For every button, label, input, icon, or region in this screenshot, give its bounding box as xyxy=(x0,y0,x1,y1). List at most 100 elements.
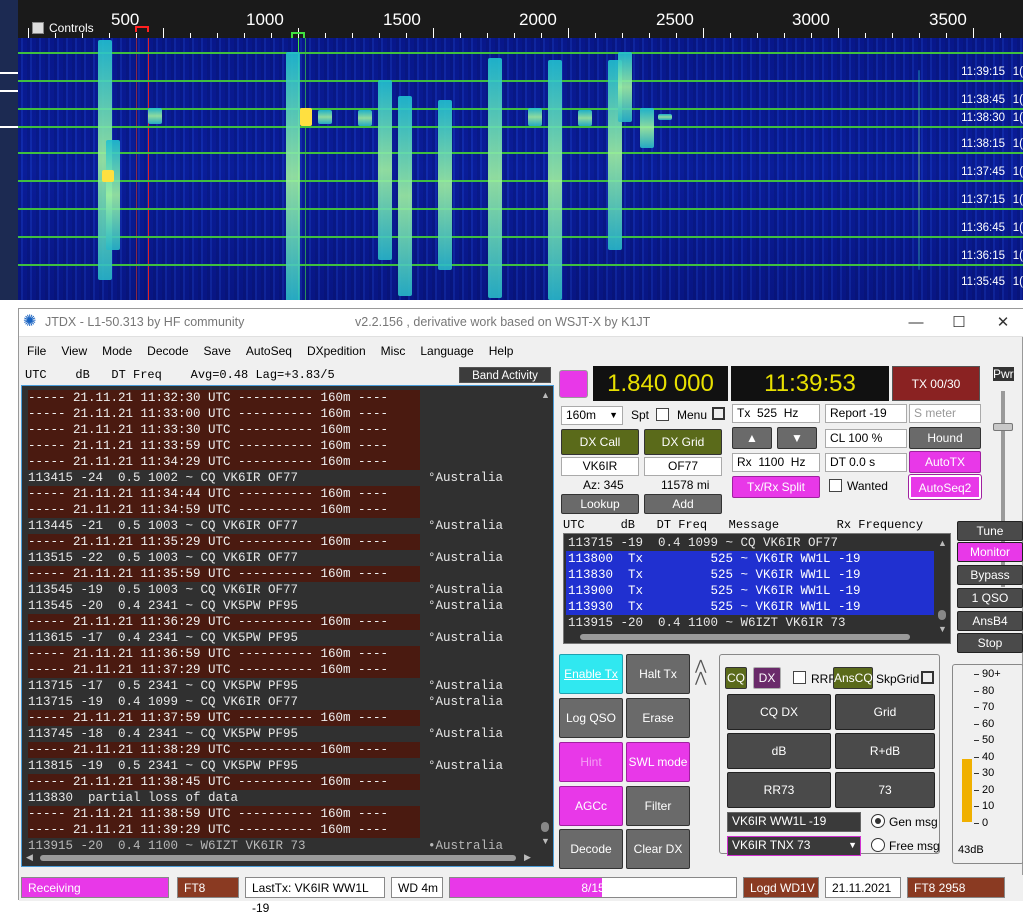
rrr-checkbox[interactable] xyxy=(793,671,806,684)
decode-separator-row[interactable]: ----- 21.11.21 11:39:29 UTC ---------- 1… xyxy=(28,822,420,838)
scroll-right-icon[interactable]: ▶ xyxy=(524,852,531,863)
autoseq2-button[interactable]: AutoSeq2 xyxy=(908,474,982,500)
tx-frequency-spinbox[interactable]: Tx 525 Hz xyxy=(732,404,820,423)
halt-tx-button[interactable]: Halt Tx xyxy=(626,654,690,694)
tx-counter[interactable]: TX 00/30 xyxy=(892,366,980,401)
dx-call-button[interactable]: DX Call xyxy=(561,429,639,455)
db-button[interactable]: dB xyxy=(727,733,831,769)
waterfall-display[interactable]: Controls 500 1000 1500 2000 2500 3000 3500 11:… xyxy=(18,0,1023,300)
decode-message-row[interactable]: 113545 -20 0.4 2341 ~ CQ VK5PW PF95 °Aust… xyxy=(28,598,503,614)
decode-separator-row[interactable]: ----- 21.11.21 11:34:44 UTC ---------- 1… xyxy=(28,486,420,502)
controls-checkbox[interactable] xyxy=(32,22,44,34)
scroll-down-icon[interactable]: ▼ xyxy=(541,836,550,846)
power-slider-handle[interactable] xyxy=(993,423,1013,431)
tx-freq-down-button[interactable]: ▼ xyxy=(777,427,817,449)
menu-file[interactable]: File xyxy=(19,341,53,363)
seventy-three-button[interactable]: 73 xyxy=(835,772,935,808)
lookup-button[interactable]: Lookup xyxy=(561,494,639,514)
decode-separator-row[interactable]: ----- 21.11.21 11:37:59 UTC ---------- 1… xyxy=(28,710,420,726)
rr73-button[interactable]: RR73 xyxy=(727,772,831,808)
decode-separator-row[interactable]: ----- 21.11.21 11:36:29 UTC ---------- 1… xyxy=(28,614,420,630)
stop-button[interactable]: Stop xyxy=(957,633,1023,653)
tx-message-field[interactable]: VK6IR WW1L -19 xyxy=(727,812,861,832)
scroll-up-icon[interactable]: ▲ xyxy=(541,390,550,400)
monitor-button[interactable]: Monitor xyxy=(957,542,1023,562)
decode-separator-row[interactable]: ----- 21.11.21 11:33:00 UTC ---------- 1… xyxy=(28,406,420,422)
menu-help[interactable]: Help xyxy=(481,341,521,363)
decode-separator-row[interactable]: ----- 21.11.21 11:33:59 UTC ---------- 1… xyxy=(28,438,420,454)
filter-button[interactable]: Filter xyxy=(626,786,690,826)
spt-checkbox[interactable] xyxy=(656,408,669,421)
decode-message-row[interactable]: 113815 -19 0.5 2341 ~ CQ VK5PW PF95 °Aust… xyxy=(28,758,503,774)
decode-button[interactable]: Decode xyxy=(559,829,623,869)
menu-language[interactable]: Language xyxy=(412,341,480,363)
rx-message-row[interactable]: 113715 -19 0.4 1099 ~ CQ VK6IR OF77 xyxy=(566,535,934,551)
msg-scroll-down-icon[interactable]: ▼ xyxy=(938,624,947,634)
add-button[interactable]: Add xyxy=(644,494,722,514)
decode-separator-row[interactable]: ----- 21.11.21 11:37:29 UTC ---------- 1… xyxy=(28,662,420,678)
decode-separator-row[interactable]: ----- 21.11.21 11:38:29 UTC ---------- 1… xyxy=(28,742,420,758)
menu-dxpedition[interactable]: DXpedition xyxy=(299,341,373,363)
decode-message-row[interactable]: 113545 -19 0.5 1003 ~ CQ VK6IR OF77 °Aust… xyxy=(28,582,503,598)
title-bar[interactable]: ✺ JTDX - L1-50.313 by HF community v2.2.… xyxy=(19,309,1023,337)
swl-mode-button[interactable]: SWL mode xyxy=(626,742,690,782)
scroll-thumb[interactable] xyxy=(541,822,549,832)
msg-scroll-up-icon[interactable]: ▲ xyxy=(938,538,947,548)
waterfall-controls-toggle[interactable]: Controls xyxy=(32,21,94,35)
hound-button[interactable]: Hound xyxy=(909,427,981,449)
decode-horizontal-scrollbar[interactable]: ◀ ▶ xyxy=(26,852,534,864)
ansb4-button[interactable]: AnsB4 xyxy=(957,611,1023,631)
free-message-combo[interactable]: VK6IR TNX 73 ▼ xyxy=(727,836,861,856)
menu-misc[interactable]: Misc xyxy=(373,341,413,363)
dt-spinbox[interactable]: DT 0.0 s xyxy=(825,453,907,472)
menu-save[interactable]: Save xyxy=(196,341,238,363)
tx-freq-up-button[interactable]: ▲ xyxy=(732,427,772,449)
free-msg-radio[interactable] xyxy=(871,838,885,852)
decode-separator-row[interactable]: ----- 21.11.21 11:32:30 UTC ---------- 1… xyxy=(28,390,420,406)
rx-frequency-marker[interactable] xyxy=(135,26,149,32)
decode-message-row[interactable]: 113745 -18 0.4 2341 ~ CQ VK5PW PF95 °Aust… xyxy=(28,726,503,742)
cq-dx-button[interactable]: CQ DX xyxy=(727,694,831,730)
band-activity-list[interactable]: ----- 21.11.21 11:32:30 UTC ---------- 1… xyxy=(21,385,554,867)
minimize-button[interactable]: — xyxy=(894,311,938,335)
cl-spinbox[interactable]: CL 100 % xyxy=(825,429,907,448)
dx-checkbox-button[interactable]: DX xyxy=(753,667,781,689)
dx-grid-input[interactable]: OF77 xyxy=(644,457,722,476)
log-qso-button[interactable]: Log QSO xyxy=(559,698,623,738)
tx-rx-split-button[interactable]: Tx/Rx Split xyxy=(732,476,820,498)
grid-button[interactable]: Grid xyxy=(835,694,935,730)
enable-tx-button[interactable]: Enable Tx xyxy=(559,654,623,694)
dx-grid-button[interactable]: DX Grid xyxy=(644,429,722,455)
menu-view[interactable]: View xyxy=(53,341,94,363)
tab-arrows-icon[interactable]: ⋀ ⋀ xyxy=(695,658,706,684)
wanted-checkbox[interactable] xyxy=(829,479,842,492)
skp-grid-checkbox[interactable] xyxy=(921,671,934,684)
band-select[interactable]: 160m ▼ xyxy=(561,406,623,425)
decode-separator-row[interactable]: ----- 21.11.21 11:35:29 UTC ---------- 1… xyxy=(28,534,420,550)
decode-message-row[interactable]: 113445 -21 0.5 1003 ~ CQ VK6IR OF77 °Aust… xyxy=(28,518,503,534)
bypass-button[interactable]: Bypass xyxy=(957,565,1023,585)
decode-separator-row[interactable]: ----- 21.11.21 11:35:59 UTC ---------- 1… xyxy=(28,566,420,582)
tx-message-row[interactable]: 113800 Tx 525 ~ VK6IR WW1L -19 xyxy=(566,551,934,567)
decode-message-row[interactable]: 113830 partial loss of data xyxy=(28,790,238,806)
rx-frequency-spinbox[interactable]: Rx 1100 Hz xyxy=(732,453,820,472)
msg-hscroll-thumb[interactable] xyxy=(580,634,910,640)
decode-separator-row[interactable]: ----- 21.11.21 11:34:59 UTC ---------- 1… xyxy=(28,502,420,518)
close-button[interactable]: ✕ xyxy=(981,311,1023,335)
menu-decode[interactable]: Decode xyxy=(139,341,195,363)
decode-separator-row[interactable]: ----- 21.11.21 11:33:30 UTC ---------- 1… xyxy=(28,422,420,438)
tx-message-row[interactable]: 113930 Tx 525 ~ VK6IR WW1L -19 xyxy=(566,599,934,615)
tx-message-row[interactable]: 113900 Tx 525 ~ VK6IR WW1L -19 xyxy=(566,583,934,599)
ans-cq-button[interactable]: AnsCQ xyxy=(833,667,873,689)
erase-button[interactable]: Erase xyxy=(626,698,690,738)
rx-message-row[interactable]: 113915 -20 0.4 1100 ~ W6IZT VK6IR 73 xyxy=(566,615,934,631)
s-meter-field[interactable]: S meter xyxy=(909,404,981,423)
dx-call-input[interactable]: VK6IR xyxy=(561,457,639,476)
auto-tx-button[interactable]: AutoTX xyxy=(909,451,981,473)
decode-vertical-scrollbar[interactable]: ▲ ▼ xyxy=(539,390,551,846)
agcc-button[interactable]: AGCc xyxy=(559,786,623,826)
decode-message-row[interactable]: 113715 -19 0.4 1099 ~ CQ VK6IR OF77 °Aust… xyxy=(28,694,503,710)
gen-msg-radio[interactable] xyxy=(871,814,885,828)
waterfall-spectrogram[interactable] xyxy=(18,38,1023,300)
band-hopping-button[interactable] xyxy=(559,370,588,398)
